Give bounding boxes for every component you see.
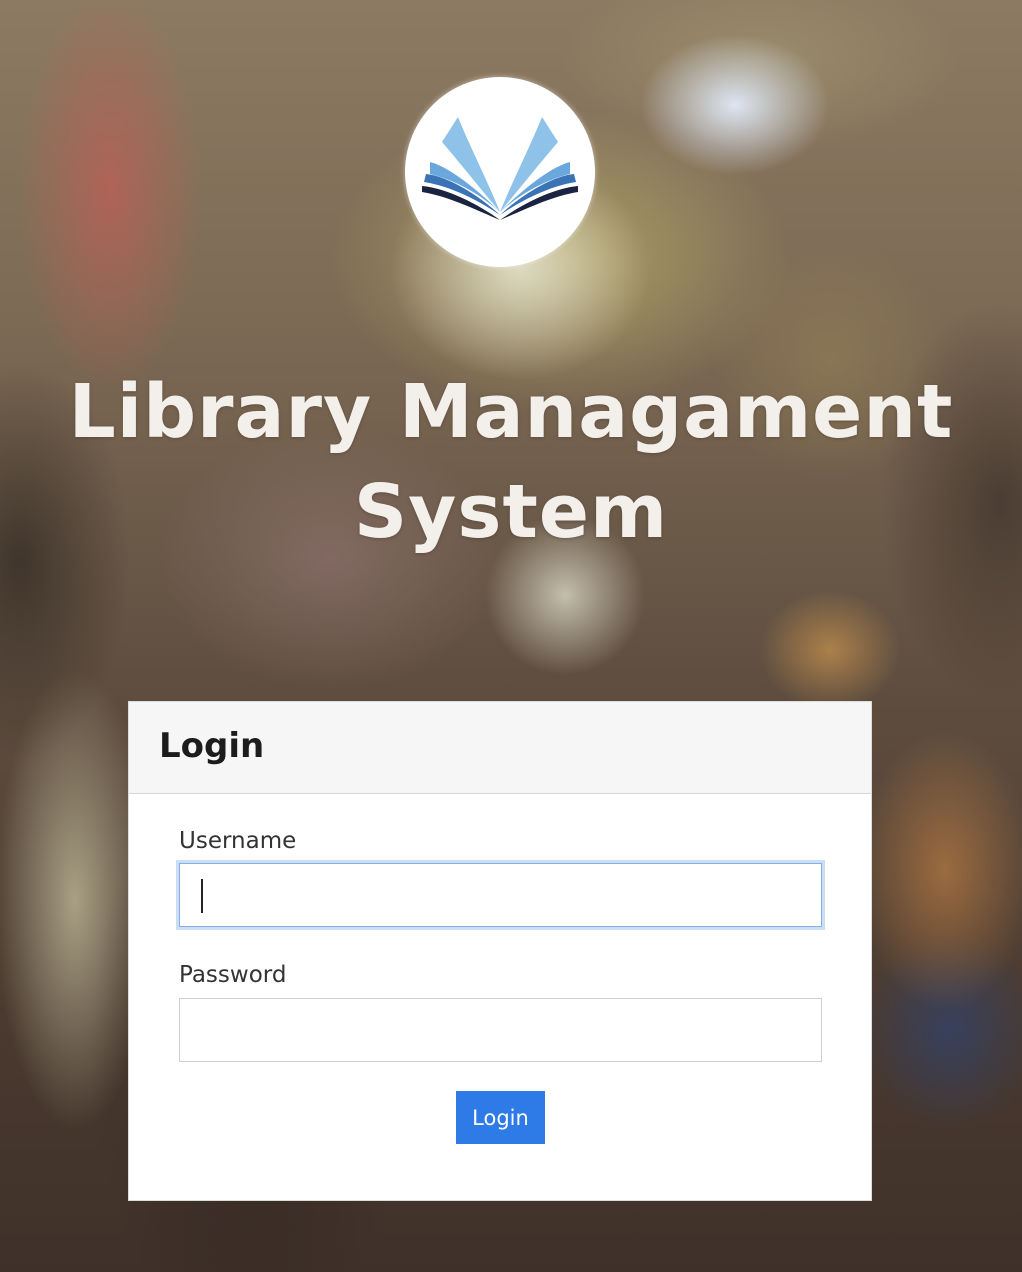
open-book-icon (422, 117, 578, 220)
password-label: Password (179, 962, 287, 988)
login-button[interactable]: Login (456, 1091, 545, 1144)
login-card-header: Login (129, 702, 871, 794)
login-card: Login Username Password Login (128, 701, 872, 1201)
username-input[interactable] (179, 863, 822, 927)
app-title: Library Managament System (0, 362, 1022, 562)
username-label: Username (179, 828, 297, 854)
app-title-line-2: System (353, 469, 669, 555)
password-input[interactable] (179, 998, 822, 1062)
app-title-line-1: Library Managament (68, 369, 954, 455)
logo (405, 77, 595, 267)
login-heading: Login (159, 726, 265, 766)
